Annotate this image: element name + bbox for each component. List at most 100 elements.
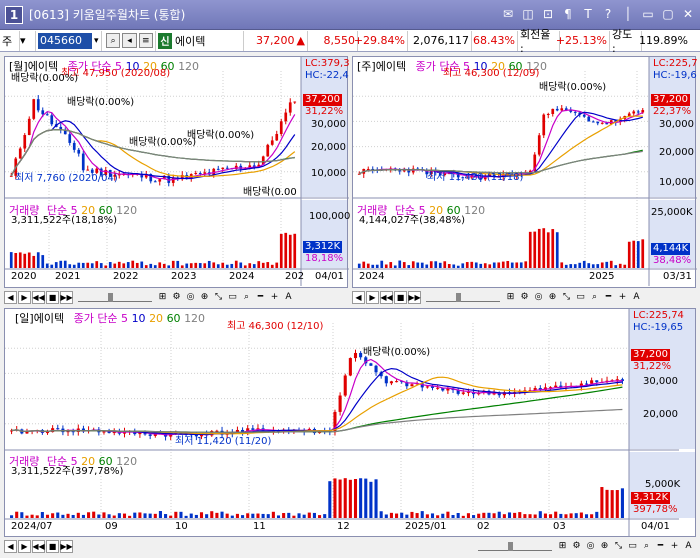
volume-bar [99,263,103,268]
window-icon[interactable]: ▭ [626,540,639,553]
volume-bar [275,262,279,268]
volume-bar [271,511,275,518]
volume-bar [241,515,245,518]
nav-last-button[interactable]: ▶▶ [60,290,73,304]
volume-bar [248,263,252,268]
zoom-slider[interactable] [426,292,500,302]
candle-body [194,173,198,175]
volume-bar [389,262,393,268]
zoom-out-icon[interactable]: ━ [654,540,667,553]
volume-bar [198,263,202,268]
menu-icon[interactable]: ≡ [138,33,153,48]
gear-icon[interactable]: ⚙ [570,540,583,553]
monthly-lc: LC:379,3 [305,58,350,69]
target-icon[interactable]: ◎ [584,540,597,553]
nav-stop-button[interactable]: ■ [394,290,407,304]
market-select[interactable]: 주 [0,30,20,51]
gear-icon[interactable]: ⚙ [170,291,183,304]
nav-next-button[interactable]: ▶ [366,290,379,304]
target-icon[interactable]: ◎ [532,291,545,304]
daily-chart-panel[interactable]: [일]에이텍 종가 단순 5 10 20 60 120 최고 46,300 (1… [4,308,696,537]
font-icon[interactable]: A [282,291,295,304]
zoom-out-icon[interactable]: ━ [602,291,615,304]
zoom-slider[interactable] [478,541,552,551]
pin-icon[interactable]: ¶ [560,6,576,22]
market-dropdown-icon[interactable]: ▾ [20,30,36,51]
volume-bar [492,513,496,518]
expand-icon[interactable]: ⤡ [612,540,625,553]
grid-icon[interactable]: ⊞ [556,540,569,553]
crosshair-icon[interactable]: ⊕ [198,291,211,304]
prev-stock-icon[interactable]: ◂ [122,33,137,48]
volume-bar [230,263,234,268]
volume-bar [59,260,63,268]
zoom-slider[interactable] [78,292,152,302]
search-icon[interactable]: ⌕ [106,33,121,48]
nav-first-button[interactable]: ◀◀ [380,290,393,304]
crosshair-icon[interactable]: ⊕ [546,291,559,304]
daily-vol-tick: 5,000K [645,479,681,490]
nav-first-button[interactable]: ◀◀ [32,539,45,553]
maximize-icon[interactable]: ▢ [660,6,676,22]
minimize-icon[interactable]: ▭ [640,6,656,22]
volume-bar [405,514,409,518]
nav-next-button[interactable]: ▶ [18,290,31,304]
volume-bar [117,261,121,268]
nav-next-button[interactable]: ▶ [18,539,31,553]
zoom-out-icon[interactable]: ━ [254,291,267,304]
text-icon[interactable]: T [580,6,596,22]
daily-date: 04/01 [641,521,670,532]
nav-stop-button[interactable]: ■ [46,290,59,304]
zoom-in-icon[interactable]: + [616,291,629,304]
volume-bar [436,515,440,518]
close-icon[interactable]: ✕ [680,6,696,22]
expand-icon[interactable]: ⤡ [560,291,573,304]
daily-chart-canvas[interactable] [5,309,697,538]
volume-bar [537,228,541,268]
candle-body [369,363,373,366]
font-icon[interactable]: A [630,291,643,304]
weekly-chart-panel[interactable]: [주]에이텍 종가 단순 5 10 20 60 120 최고 46,300 (1… [352,56,698,288]
grid-icon[interactable]: ⊞ [504,291,517,304]
mail-icon[interactable]: ✉ [500,6,516,22]
credit-badge[interactable]: 신 [158,32,172,49]
volume-bar [287,512,291,518]
weekly-pct-tag: 22,37% [653,106,692,117]
code-dropdown-icon[interactable]: ▾ [94,36,99,46]
daily-x-label: 03 [553,521,566,532]
crosshair-icon[interactable]: ⊕ [598,540,611,553]
search-icon[interactable]: ⌕ [588,291,601,304]
zoom-in-icon[interactable]: + [268,291,281,304]
stock-code-input[interactable]: 045660 [38,32,92,49]
search-icon[interactable]: ⌕ [640,540,653,553]
nav-first-button[interactable]: ◀◀ [32,290,45,304]
weekly-hc: HC:-19,6 [653,70,697,81]
capture-icon[interactable]: ⊡ [540,6,556,22]
expand-icon[interactable]: ⤡ [212,291,225,304]
nav-last-button[interactable]: ▶▶ [408,290,421,304]
volume-bar [578,262,582,268]
strength-value: 119.89% [639,34,688,47]
volume-bar [235,513,239,518]
help-icon[interactable]: ? [600,6,616,22]
target-icon[interactable]: ◎ [184,291,197,304]
search-icon[interactable]: ⌕ [240,291,253,304]
monthly-chart-panel[interactable]: [월]에이텍 종가 단순 5 10 20 60 120 최고 47,950 (2… [4,56,350,288]
nav-prev-button[interactable]: ◀ [4,539,17,553]
nav-last-button[interactable]: ▶▶ [60,539,73,553]
daily-legend: [일]에이텍 종가 단순 5 10 20 60 120 [15,310,205,326]
window-icon[interactable]: ▭ [574,291,587,304]
gear-icon[interactable]: ⚙ [518,291,531,304]
layout-icon[interactable]: ◫ [520,6,536,22]
nav-prev-button[interactable]: ◀ [4,290,17,304]
monthly-low-note: 최저 7,760 (2020/04) [15,173,118,184]
volume-bar [293,233,297,268]
font-icon[interactable]: A [682,540,695,553]
zoom-in-icon[interactable]: + [668,540,681,553]
weekly-price-tag: 37,200 [651,94,690,106]
nav-prev-button[interactable]: ◀ [352,290,365,304]
volume-bar [158,511,162,518]
grid-icon[interactable]: ⊞ [156,291,169,304]
nav-stop-button[interactable]: ■ [46,539,59,553]
window-icon[interactable]: ▭ [226,291,239,304]
